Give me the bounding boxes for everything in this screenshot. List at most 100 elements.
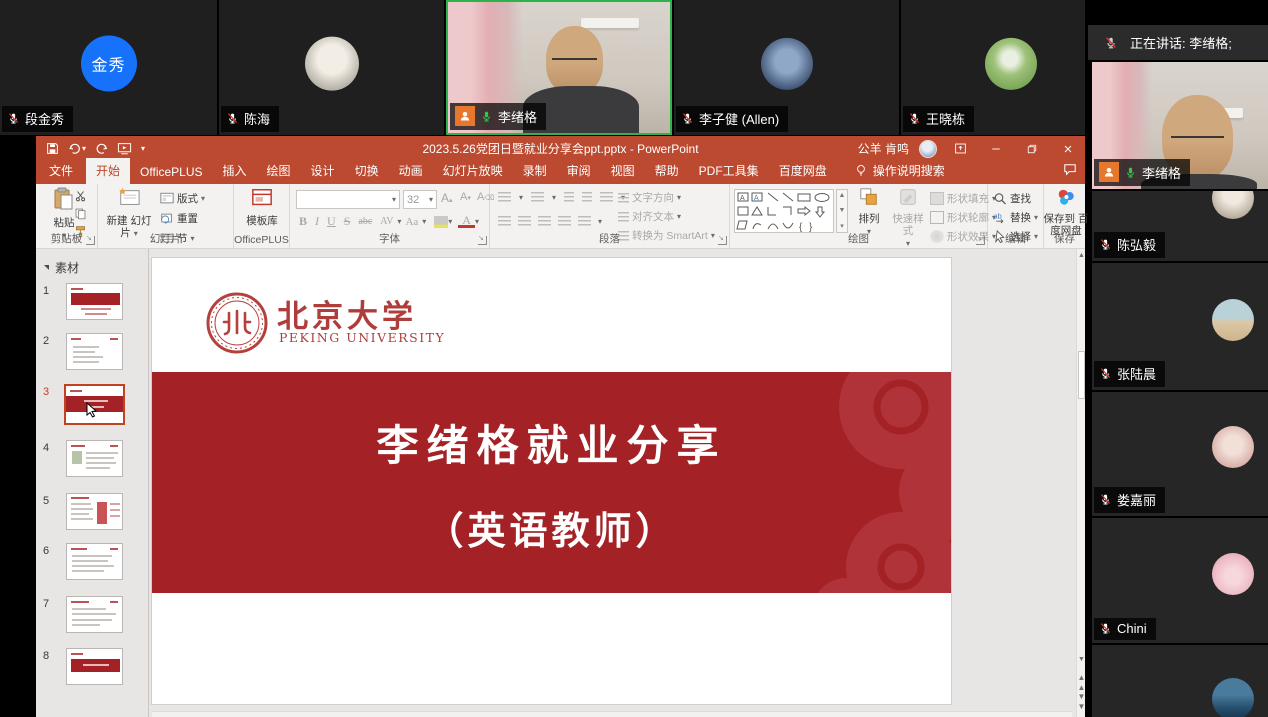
- align-right-button[interactable]: [538, 216, 551, 226]
- highlight-color-button[interactable]: [434, 216, 448, 228]
- shadow-button[interactable]: abc: [354, 216, 376, 227]
- video-tile-lizijian[interactable]: 李子健 (Allen): [674, 0, 899, 135]
- account-name[interactable]: 公羊 肯鸣: [858, 140, 909, 157]
- vertical-scrollbar[interactable]: ▲ ▼ ▲▲ ▼▼: [1076, 249, 1085, 717]
- slide-title-line2: （英语教师）: [152, 500, 951, 555]
- video-tile-lixuge-active[interactable]: 李绪格: [446, 0, 672, 135]
- collapse-ribbon-button[interactable]: ⌃: [1070, 229, 1079, 242]
- reset-button[interactable]: 重置: [160, 211, 205, 226]
- shapes-gallery[interactable]: A A {}: [734, 189, 834, 233]
- sidebar-tile-loujiali[interactable]: 娄嘉丽: [1092, 392, 1268, 516]
- slide-title-banner[interactable]: 李绪格就业分享 （英语教师）: [152, 372, 951, 593]
- tab-draw[interactable]: 绘图: [257, 158, 301, 184]
- slideshow-from-start-icon[interactable]: [117, 142, 132, 155]
- video-tile-chenhai[interactable]: 陈海: [219, 0, 444, 135]
- bullets-button[interactable]: [498, 192, 511, 202]
- save-icon[interactable]: [46, 142, 59, 155]
- account-avatar[interactable]: [919, 140, 937, 158]
- horizontal-scrollbar[interactable]: [152, 711, 1072, 717]
- tab-transitions[interactable]: 切换: [345, 158, 389, 184]
- save-to-baidu-button[interactable]: 保存到 百度网盘: [1042, 187, 1090, 237]
- font-size-combo[interactable]: 32▾: [403, 190, 437, 209]
- minimize-button[interactable]: [983, 136, 1009, 161]
- panel-header[interactable]: 素材: [44, 259, 79, 276]
- sidebar-tile-chini[interactable]: Chini: [1092, 518, 1268, 643]
- copy-icon[interactable]: [74, 207, 87, 220]
- template-library-label: 模板库: [246, 215, 278, 227]
- undo-button[interactable]: ▾: [68, 142, 86, 155]
- comments-button[interactable]: [1063, 163, 1077, 181]
- align-center-button[interactable]: [518, 216, 531, 226]
- increase-indent-button[interactable]: [582, 192, 592, 202]
- tab-pdf-tools[interactable]: PDF工具集: [689, 158, 769, 184]
- decrease-indent-button[interactable]: [564, 192, 574, 202]
- bold-button[interactable]: B: [295, 214, 311, 229]
- underline-button[interactable]: U: [323, 214, 340, 229]
- columns-button[interactable]: [578, 216, 591, 226]
- tab-view[interactable]: 视图: [601, 158, 645, 184]
- slide-canvas[interactable]: 北京大学 PEKING UNIVERSITY: [149, 249, 1085, 717]
- video-tile-duanjinxiu[interactable]: 金秀 段金秀: [0, 0, 217, 135]
- tab-slideshow[interactable]: 幻灯片放映: [433, 158, 513, 184]
- font-name-combo[interactable]: ▾: [296, 190, 400, 209]
- clipboard-dialog-launcher[interactable]: ↘: [86, 236, 95, 245]
- replace-button[interactable]: ab替换▾: [993, 210, 1038, 225]
- tab-officeplus[interactable]: OfficePLUS: [130, 161, 212, 184]
- numbering-button[interactable]: [531, 192, 544, 202]
- align-text-button[interactable]: 对齐文本▾: [618, 209, 715, 224]
- redo-icon[interactable]: [95, 142, 108, 155]
- italic-button[interactable]: I: [311, 214, 323, 229]
- line-spacing-button[interactable]: [600, 192, 613, 202]
- strikethrough-button[interactable]: S: [340, 214, 355, 229]
- group-label: OfficePLUS: [234, 234, 289, 246]
- grow-font-button[interactable]: A▴: [441, 191, 453, 205]
- arrange-button[interactable]: 排列 ▾: [852, 187, 886, 237]
- tell-me-search[interactable]: 操作说明搜索: [847, 158, 953, 184]
- scrollbar-thumb[interactable]: [1078, 351, 1085, 399]
- shape-fill-button[interactable]: 形状填充▾: [930, 191, 996, 206]
- align-left-button[interactable]: [498, 216, 511, 226]
- justify-button[interactable]: [558, 216, 571, 226]
- shape-outline-button[interactable]: 形状轮廓▾: [930, 210, 996, 225]
- undo-icon: [68, 142, 82, 155]
- sidebar-tile-zhangluchen[interactable]: 张陆晨: [1092, 263, 1268, 390]
- restore-button[interactable]: [1019, 136, 1045, 161]
- tab-animations[interactable]: 动画: [389, 158, 433, 184]
- video-tile-wangxiaodong[interactable]: 王晓栋: [901, 0, 1085, 135]
- tab-help[interactable]: 帮助: [645, 158, 689, 184]
- tab-file[interactable]: 文件: [36, 158, 86, 184]
- shapes-gallery-scroll[interactable]: ▲▼▾: [836, 189, 848, 233]
- sidebar-tile-lixuge[interactable]: 李绪格: [1092, 62, 1268, 189]
- tab-design[interactable]: 设计: [301, 158, 345, 184]
- find-button[interactable]: 查找: [993, 191, 1038, 206]
- cut-icon[interactable]: [74, 190, 87, 202]
- shrink-font-button[interactable]: A▾: [460, 191, 471, 203]
- font-dialog-launcher[interactable]: ↘: [478, 236, 487, 245]
- character-spacing-button[interactable]: AV: [376, 216, 397, 227]
- cloud-decoration: [751, 372, 951, 593]
- layout-button[interactable]: 版式▾: [160, 191, 205, 206]
- previous-slide-button[interactable]: ▲▲: [1077, 673, 1086, 685]
- tab-review[interactable]: 审阅: [557, 158, 601, 184]
- drawing-dialog-launcher[interactable]: ↘: [976, 236, 985, 245]
- tab-home[interactable]: 开始: [86, 158, 130, 184]
- slide-number: 4: [43, 442, 49, 454]
- tab-record[interactable]: 录制: [513, 158, 557, 184]
- customize-qat-button[interactable]: ▾: [141, 144, 145, 153]
- current-slide[interactable]: 北京大学 PEKING UNIVERSITY: [152, 258, 951, 704]
- scroll-up-arrow[interactable]: ▲: [1077, 249, 1086, 263]
- scroll-down-arrow[interactable]: ▼: [1077, 653, 1086, 667]
- next-slide-button[interactable]: ▼▼: [1077, 692, 1086, 704]
- template-library-button[interactable]: 模板库: [240, 187, 284, 227]
- tab-baidu-netdisk[interactable]: 百度网盘: [769, 158, 837, 184]
- sidebar-tile-partial[interactable]: [1092, 645, 1268, 717]
- close-button[interactable]: [1055, 136, 1081, 161]
- paragraph-dialog-launcher[interactable]: ↘: [718, 236, 727, 245]
- svg-text:A: A: [754, 195, 759, 202]
- change-case-button[interactable]: Aa: [401, 216, 422, 228]
- text-direction-button[interactable]: 文字方向▾: [618, 190, 715, 205]
- tab-insert[interactable]: 插入: [213, 158, 257, 184]
- sidebar-tile-chenhongyi[interactable]: 陈弘毅: [1092, 191, 1268, 261]
- font-color-button[interactable]: A: [458, 215, 475, 228]
- mic-muted-icon: [1099, 367, 1112, 380]
